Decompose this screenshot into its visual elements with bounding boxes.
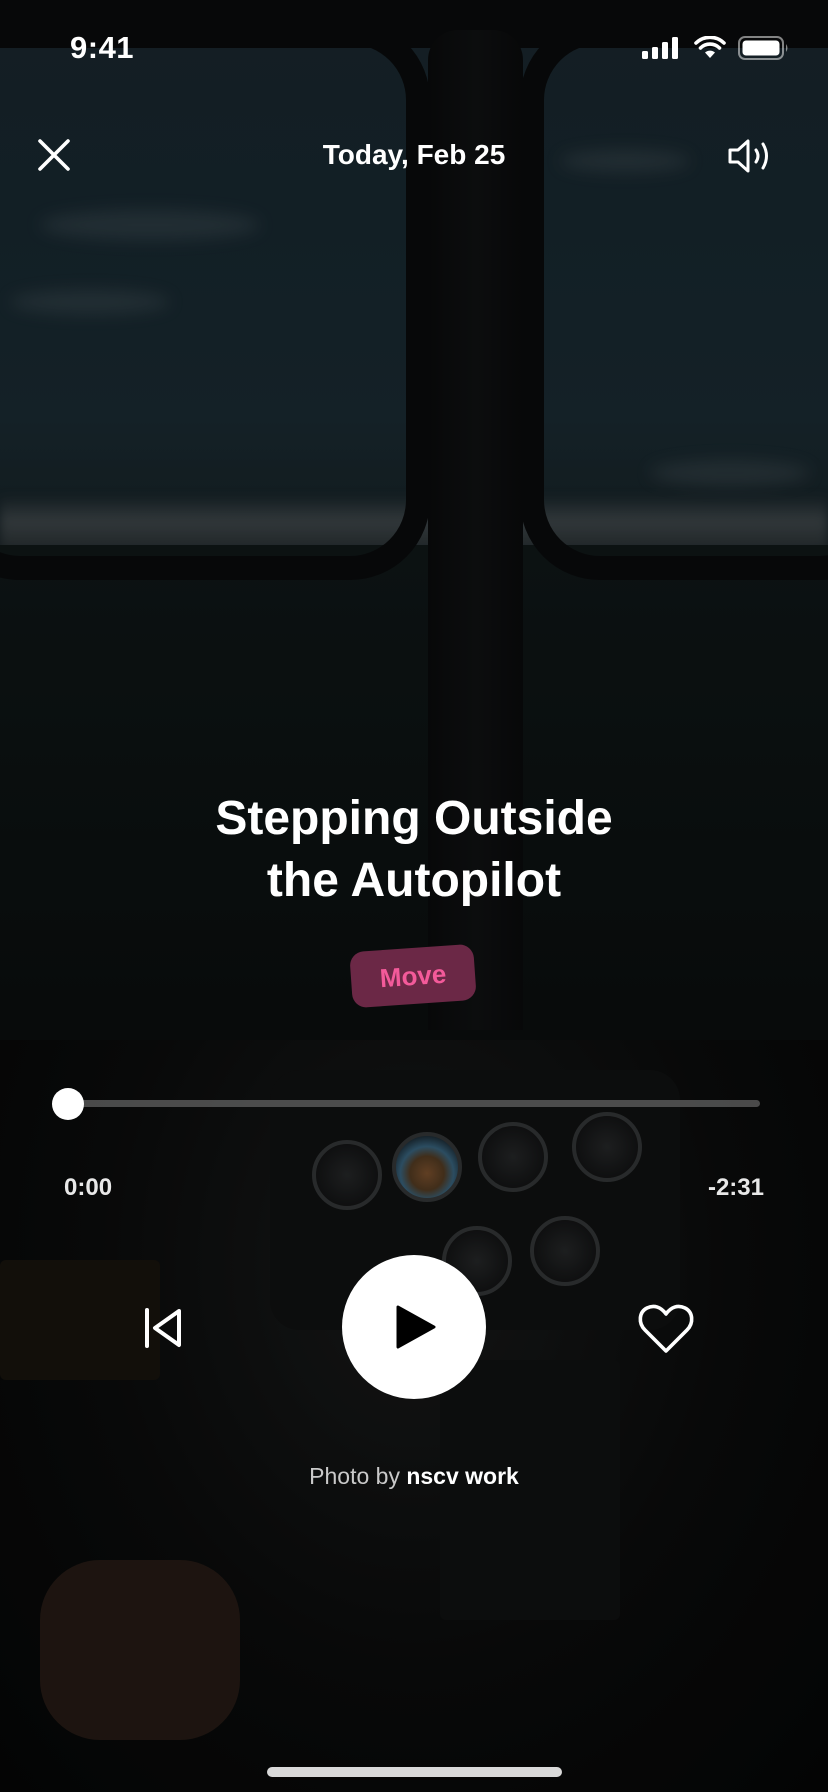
photo-credit-author[interactable]: nscv work (406, 1463, 519, 1489)
status-icons (642, 36, 790, 60)
progress-bar[interactable] (68, 1100, 760, 1107)
wifi-icon (694, 36, 726, 58)
category-badge-label: Move (378, 958, 448, 993)
skip-back-icon (145, 1308, 181, 1348)
speaker-icon (728, 139, 768, 173)
page-title: Today, Feb 25 (322, 139, 506, 170)
home-indicator[interactable] (267, 1767, 562, 1777)
track-title-line-2: the Autopilot (266, 854, 562, 907)
skip-back-button[interactable] (138, 1303, 188, 1353)
category-badge: Move (349, 943, 477, 1009)
elapsed-time: 0:00 (64, 1174, 113, 1201)
photo-credit-prefix: Photo by (309, 1463, 400, 1489)
cellular-signal-icon (642, 37, 678, 59)
sound-button[interactable] (726, 136, 776, 176)
heart-icon (638, 1304, 694, 1353)
status-time: 9:41 (70, 30, 135, 65)
battery-icon (738, 36, 788, 60)
play-button[interactable] (342, 1255, 486, 1399)
photo-credit: Photo by nscv work (0, 1463, 828, 1490)
progress-handle[interactable] (52, 1088, 84, 1120)
favorite-button[interactable] (636, 1302, 696, 1356)
remaining-time: -2:31 (707, 1174, 764, 1201)
player-screen: 9:41 Today, Feb 25 Stepping Outside the … (0, 0, 828, 1792)
track-title: Stepping Outside the Autopilot (60, 788, 768, 912)
play-icon (396, 1305, 436, 1349)
track-title-line-1: Stepping Outside (215, 792, 613, 845)
